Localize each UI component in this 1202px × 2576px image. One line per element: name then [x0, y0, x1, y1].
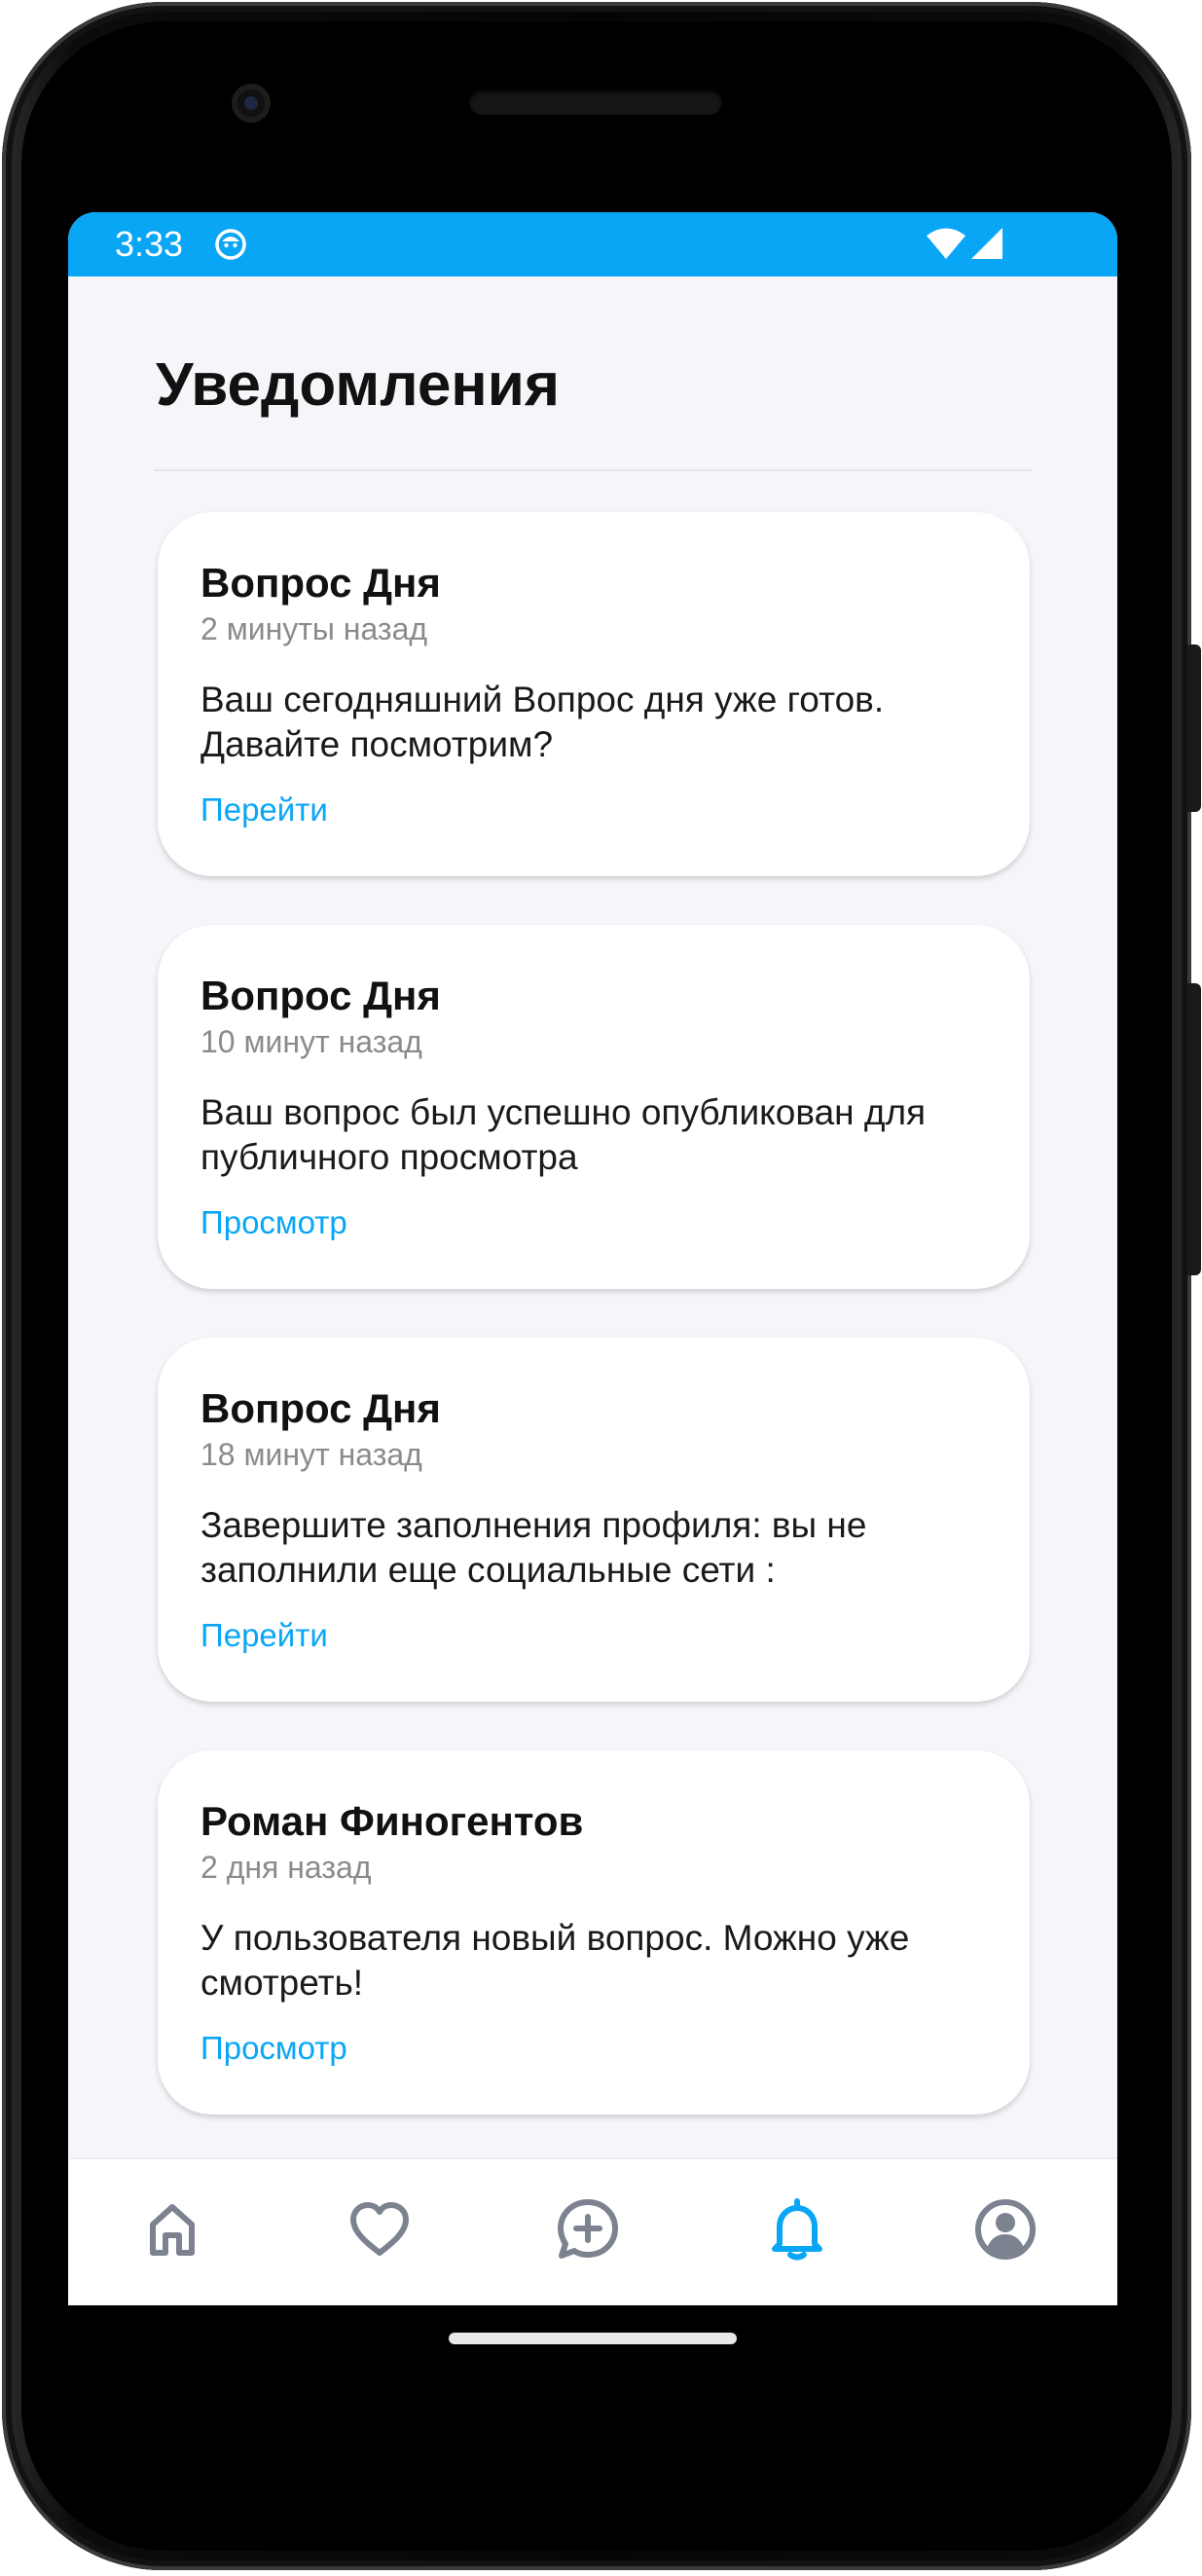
- notification-title: Вопрос Дня: [200, 973, 441, 1018]
- notification-card[interactable]: Вопрос Дня 10 минут назад Ваш вопрос был…: [158, 925, 1030, 1289]
- home-indicator[interactable]: [449, 2333, 737, 2344]
- notification-time: 18 минут назад: [200, 1437, 422, 1472]
- notification-title: Роман Финогентов: [200, 1798, 584, 1844]
- nav-profile[interactable]: [970, 2196, 1040, 2266]
- notification-text: Завершите заполнения профиля: вы не запо…: [200, 1505, 867, 1590]
- bell-icon: [768, 2197, 826, 2266]
- bottom-navigation: [68, 2157, 1117, 2305]
- power-button: [1187, 644, 1201, 812]
- wifi-icon: [925, 227, 967, 265]
- front-camera: [232, 84, 271, 123]
- profile-icon: [973, 2197, 1038, 2266]
- heart-icon: [348, 2200, 411, 2263]
- nav-add-question[interactable]: [553, 2196, 623, 2266]
- notification-time: 2 дня назад: [200, 1850, 372, 1885]
- notification-action-link[interactable]: Перейти: [200, 789, 328, 831]
- add-chat-icon: [556, 2197, 620, 2266]
- notification-action-link[interactable]: Просмотр: [200, 1201, 347, 1244]
- notification-time: 2 минуты назад: [200, 611, 428, 646]
- status-indicators: [925, 226, 1004, 265]
- title-divider: [154, 469, 1032, 471]
- face-icon: [214, 228, 247, 261]
- notification-time: 10 минут назад: [200, 1024, 422, 1059]
- notification-title: Вопрос Дня: [200, 1385, 441, 1431]
- home-icon: [143, 2200, 201, 2263]
- status-bar: 3:33: [68, 212, 1117, 276]
- volume-button: [1187, 983, 1201, 1275]
- notification-text: Ваш вопрос был успешно опубликован для п…: [200, 1092, 927, 1177]
- earpiece-speaker: [469, 90, 722, 115]
- status-time: 3:33: [115, 224, 184, 264]
- nav-notifications[interactable]: [762, 2196, 832, 2266]
- screen: 3:33 Уведомления Вопрос Дня 2 минуты наз…: [68, 212, 1117, 2305]
- notification-card[interactable]: Роман Финогентов 2 дня назад У пользоват…: [158, 1750, 1030, 2115]
- notification-card[interactable]: Вопрос Дня 2 минуты назад Ваш сегодняшни…: [158, 512, 1030, 876]
- signal-icon: [969, 227, 1004, 265]
- notification-title: Вопрос Дня: [200, 560, 441, 606]
- notification-card[interactable]: Вопрос Дня 18 минут назад Завершите запо…: [158, 1338, 1030, 1702]
- page-title: Уведомления: [156, 351, 561, 419]
- nav-favorites[interactable]: [345, 2196, 415, 2266]
- notification-action-link[interactable]: Просмотр: [200, 2027, 347, 2070]
- notification-action-link[interactable]: Перейти: [200, 1614, 328, 1657]
- notification-text: Ваш сегодняшний Вопрос дня уже готов. Да…: [200, 680, 885, 764]
- nav-home[interactable]: [137, 2196, 207, 2266]
- notification-text: У пользователя новый вопрос. Можно уже с…: [200, 1918, 910, 2003]
